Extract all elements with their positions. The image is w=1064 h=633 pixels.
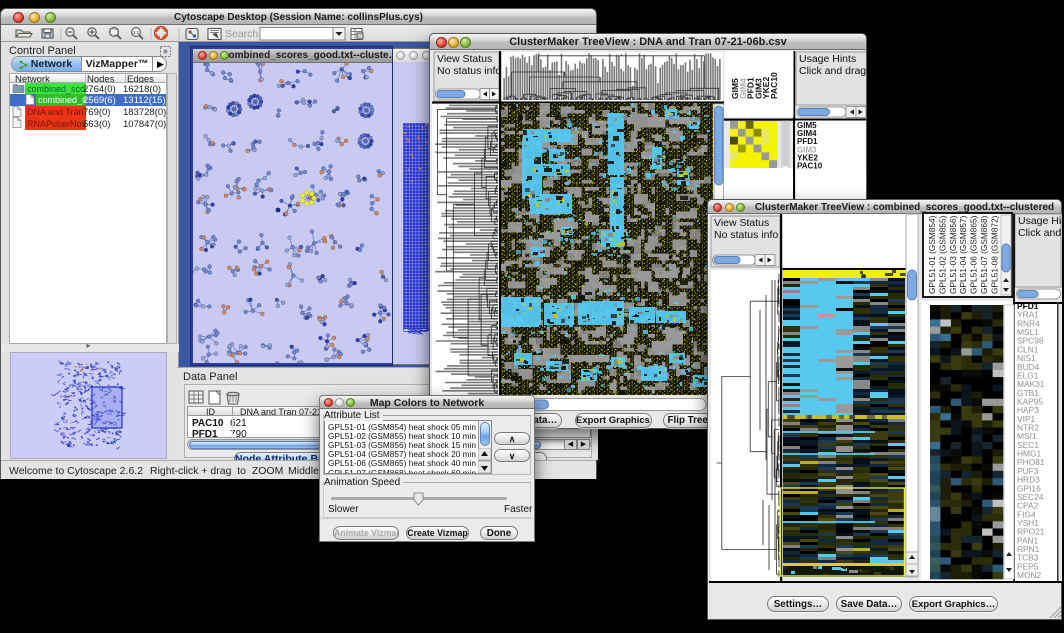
svg-text:View Status: View Status: [714, 217, 769, 229]
svg-text:GPL51-04 (GSM857): GPL51-04 (GSM857): [958, 215, 968, 294]
svg-text:Click and drag tc: Click and drag tc: [799, 65, 866, 77]
svg-text:GPL51-08 (GSM872): GPL51-08 (GSM872): [989, 215, 999, 294]
svg-text:Click and: Click and: [1018, 227, 1061, 239]
svg-text:GPL51-02 (GSM855): GPL51-02 (GSM855): [937, 215, 947, 294]
svg-text:1:1: 1:1: [133, 30, 140, 35]
svg-text:View Status: View Status: [437, 53, 492, 65]
svg-text:PAC10: PAC10: [769, 72, 779, 99]
svg-text:No status info …: No status info …: [714, 229, 792, 241]
svg-text:Search:: Search:: [225, 28, 261, 40]
svg-text:MON2: MON2: [1017, 570, 1042, 580]
svg-text:GPL51-07 (GSM868): GPL51-07 (GSM868): [979, 215, 989, 294]
svg-text:Usage Hints: Usage Hints: [799, 53, 856, 65]
svg-text:GPL51-01 (GSM854): GPL51-01 (GSM854): [927, 215, 937, 294]
svg-text:GPL51-03 (GSM856): GPL51-03 (GSM856): [948, 215, 958, 294]
svg-text:No status info f: No status info f: [437, 65, 507, 77]
svg-text:GPL51-06 (GSM865): GPL51-06 (GSM865): [969, 215, 979, 294]
svg-text:Usage Hi: Usage Hi: [1018, 215, 1061, 227]
svg-text:PAC10: PAC10: [797, 162, 823, 171]
